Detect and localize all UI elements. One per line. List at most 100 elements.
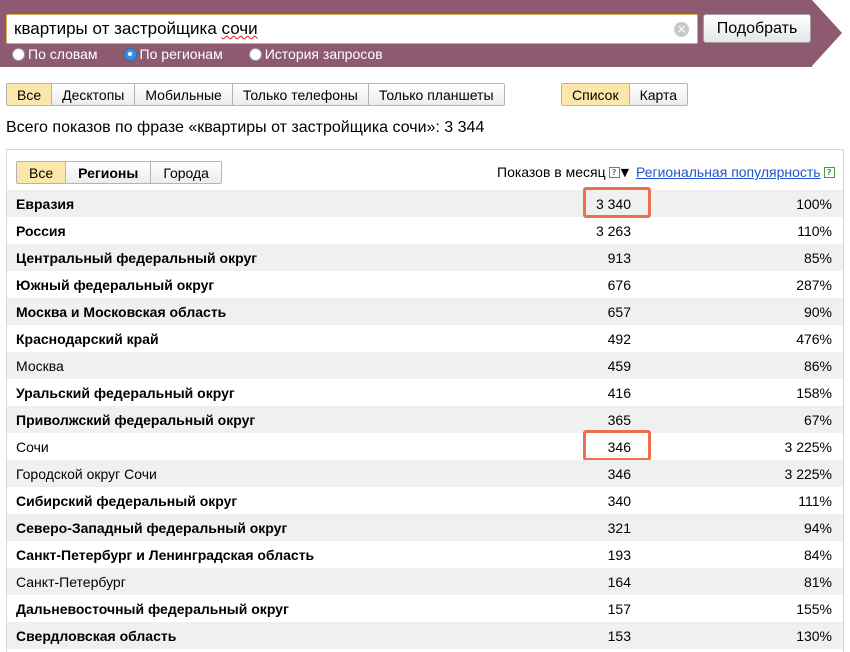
region-name: Приволжский федеральный округ — [16, 411, 256, 428]
table-row: Москва 459 86% — [7, 352, 843, 379]
shows-value: 321 — [607, 519, 631, 536]
shows-value: 193 — [607, 546, 631, 563]
shows-value: 3 340 — [595, 195, 631, 212]
region-name: Сочи — [16, 438, 49, 455]
table-row: Санкт-Петербург и Ленинградская область 1… — [7, 541, 843, 568]
shows-value: 153 — [607, 627, 631, 644]
region-name: Уральский федеральный округ — [16, 384, 235, 401]
mode-by-regions-label: По регионам — [139, 46, 223, 62]
device-filter-tabs: Все Десктопы Мобильные Только телефоны Т… — [6, 83, 505, 106]
tab-all-regions[interactable]: Все — [17, 162, 67, 183]
shows-value: 492 — [607, 330, 631, 347]
tab-map[interactable]: Карта — [630, 84, 687, 105]
shows-value: 346 — [607, 438, 631, 455]
shows-value: 164 — [607, 573, 631, 590]
popularity-value: 476% — [796, 330, 832, 347]
popularity-value: 3 225% — [784, 465, 832, 482]
help-icon[interactable]: ? — [608, 166, 620, 178]
region-name: Северо-Западный федеральный округ — [16, 519, 288, 536]
region-name: Евразия — [16, 195, 75, 212]
table-row: Южный федеральный округ 676 287% — [7, 271, 843, 298]
region-name: Свердловская область — [16, 627, 177, 644]
tab-list[interactable]: Список — [562, 84, 630, 105]
region-name: Москва — [16, 357, 64, 374]
shows-value: 913 — [607, 249, 631, 266]
column-header-popularity: Региональная популярность ? — [636, 164, 835, 180]
popularity-value: 86% — [803, 357, 832, 374]
table-row: Северо-Западный федеральный округ 321 94% — [7, 514, 843, 541]
help-icon[interactable]: ? — [823, 166, 835, 178]
table-row: Москва и Московская область 657 90% — [7, 298, 843, 325]
region-type-tabs: Все Регионы Города — [16, 161, 222, 184]
shows-value: 157 — [607, 600, 631, 617]
clear-icon[interactable]: × — [674, 22, 689, 37]
tab-mobile[interactable]: Мобильные — [135, 84, 233, 105]
popularity-value: 130% — [796, 627, 832, 644]
popularity-value: 90% — [803, 303, 832, 320]
region-name: Центральный федеральный округ — [16, 249, 258, 266]
popularity-value: 110% — [797, 222, 832, 239]
search-band-arrow — [812, 0, 842, 66]
popularity-value: 111% — [798, 492, 832, 509]
shows-value: 459 — [607, 357, 631, 374]
radio-history[interactable] — [248, 47, 262, 61]
radio-by-words[interactable] — [12, 47, 25, 61]
popularity-value: 94% — [803, 519, 832, 536]
table-row: Центральный федеральный округ 913 85% — [7, 244, 843, 271]
popularity-sort-link[interactable]: Региональная популярность — [636, 164, 821, 180]
radio-by-regions[interactable] — [123, 47, 137, 61]
tab-regions[interactable]: Регионы — [66, 162, 152, 183]
sort-descending-icon[interactable]: ▼ — [621, 166, 629, 179]
search-mode-group: По словам По регионам История запросов — [12, 46, 409, 62]
tab-phones-only[interactable]: Только телефоны — [233, 84, 369, 105]
popularity-value: 158% — [796, 384, 832, 401]
mode-history[interactable]: История запросов — [248, 46, 383, 62]
popularity-value: 85% — [803, 249, 832, 266]
table-row: Сочи 346 3 225% — [7, 430, 843, 461]
popularity-value: 100% — [796, 195, 832, 212]
shows-value: 346 — [607, 465, 631, 482]
search-query: квартиры от застройщика сочи — [14, 19, 258, 39]
tab-desktops[interactable]: Десктопы — [52, 84, 136, 105]
shows-value: 3 263 — [595, 222, 631, 239]
table-row: Дальневосточный федеральный округ 157 155% — [7, 595, 843, 622]
region-name: Санкт-Петербург — [16, 573, 126, 590]
find-button[interactable]: Подобрать — [703, 14, 811, 43]
shows-value: 676 — [607, 276, 631, 293]
view-mode-tabs: Список Карта — [561, 83, 689, 106]
column-header-shows[interactable]: Показов в месяц ? ▼ — [497, 164, 629, 180]
shows-value: 340 — [607, 492, 631, 509]
total-shows-text: Всего показов по фразе «квартиры от заст… — [6, 119, 485, 136]
region-name: Сибирский федеральный округ — [16, 492, 238, 509]
column-header-shows-label: Показов в месяц — [497, 164, 606, 180]
region-name: Санкт-Петербург и Ленинградская область — [16, 546, 315, 563]
region-name: Дальневосточный федеральный округ — [16, 600, 289, 617]
popularity-value: 67% — [803, 411, 832, 428]
mode-by-words[interactable]: По словам — [12, 46, 98, 62]
search-input[interactable]: квартиры от застройщика сочи × — [6, 14, 698, 44]
table-row: Уральский федеральный округ 416 158% — [7, 379, 843, 406]
mode-by-regions[interactable]: По регионам — [123, 46, 223, 62]
region-name: Россия — [16, 222, 66, 239]
popularity-value: 3 225% — [784, 438, 832, 455]
shows-value: 416 — [607, 384, 631, 401]
popularity-value: 287% — [796, 276, 832, 293]
tab-all-devices[interactable]: Все — [7, 84, 53, 105]
region-name: Южный федеральный округ — [16, 276, 215, 293]
results-panel: Все Регионы Города Показов в месяц ? ▼ Р… — [6, 149, 844, 652]
mode-by-words-label: По словам — [28, 46, 98, 62]
region-name: Краснодарский край — [16, 330, 159, 347]
popularity-value: 81% — [803, 573, 832, 590]
tab-tablets-only[interactable]: Только планшеты — [369, 84, 504, 105]
table-row: Краснодарский край 492 476% — [7, 325, 843, 352]
popularity-value: 84% — [803, 546, 832, 563]
tab-cities[interactable]: Города — [151, 162, 221, 183]
shows-value: 365 — [607, 411, 631, 428]
table-row: Россия 3 263 110% — [7, 217, 843, 244]
search-query-text: квартиры от застройщика — [14, 19, 222, 38]
table-row: Городской округ Сочи 346 3 225% — [7, 460, 843, 487]
region-name: Москва и Московская область — [16, 303, 227, 320]
table-row: Санкт-Петербург 164 81% — [7, 568, 843, 595]
table-row: Евразия 3 340 100% — [7, 187, 843, 218]
popularity-value: 155% — [796, 600, 832, 617]
